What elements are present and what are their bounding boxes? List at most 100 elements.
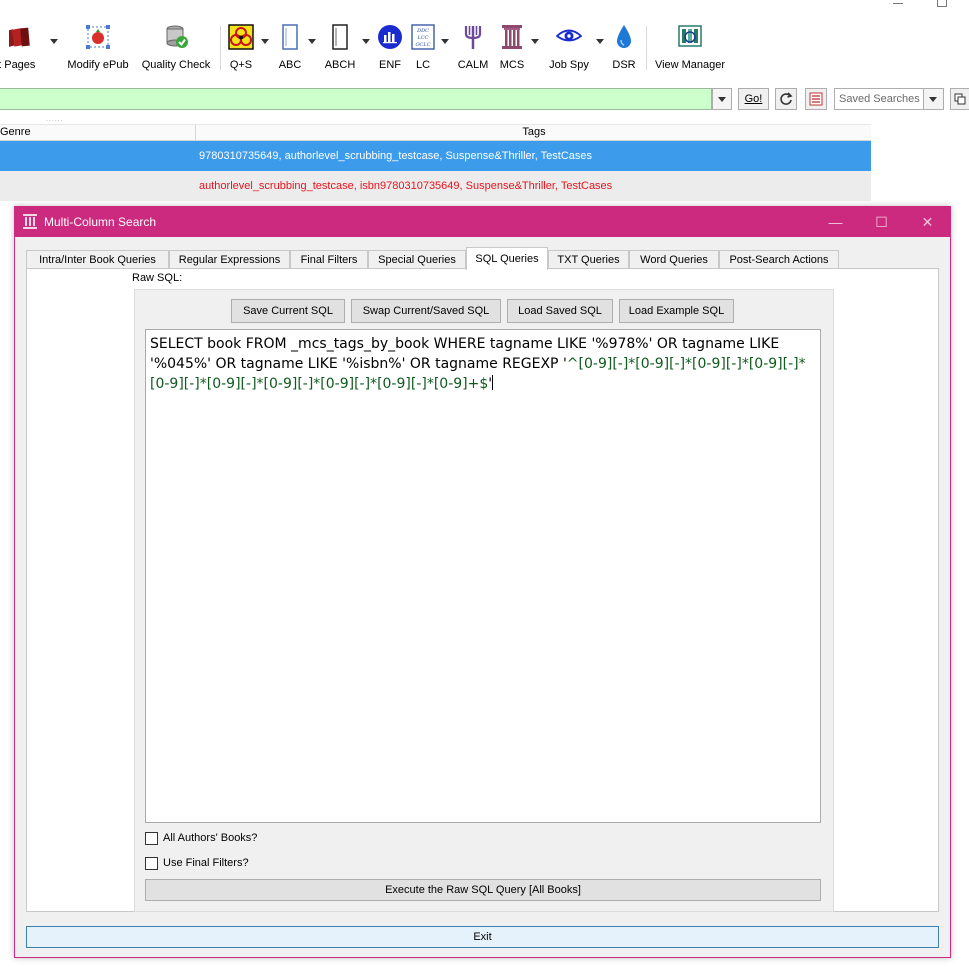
advanced-search-button[interactable] bbox=[805, 88, 827, 110]
window-minimize-icon[interactable] bbox=[893, 3, 903, 4]
window-maximize-icon[interactable] bbox=[937, 0, 947, 7]
copy-search-button[interactable] bbox=[950, 88, 969, 110]
lc-icon-text: LCC bbox=[417, 35, 429, 41]
tab-special-queries[interactable]: Special Queries bbox=[368, 250, 466, 269]
lc-dropdown-arrow[interactable] bbox=[441, 39, 449, 44]
all-authors-books-label: All Authors' Books? bbox=[163, 832, 258, 844]
tab-post-search-actions[interactable]: Post-Search Actions bbox=[719, 250, 839, 269]
chevron-down-icon[interactable] bbox=[923, 89, 943, 109]
refresh-icon bbox=[780, 92, 793, 105]
chart-circle-icon bbox=[378, 25, 402, 49]
toolbar-label: ENF bbox=[379, 59, 401, 71]
splitter-handle[interactable]: ...... bbox=[46, 116, 64, 123]
raw-sql-label: Raw SQL: bbox=[132, 272, 183, 284]
modify-epub-icon bbox=[86, 25, 110, 49]
dialog-minimize-button[interactable]: — bbox=[813, 207, 858, 237]
eye-icon bbox=[556, 29, 582, 42]
raw-sql-group: Save Current SQL Swap Current/Saved SQL … bbox=[134, 289, 834, 912]
search-bar: Go! Saved Searches bbox=[0, 86, 969, 116]
page-dark-icon bbox=[332, 24, 348, 50]
lc-icon-text: OCLC bbox=[415, 42, 430, 48]
toolbar-button-calm[interactable]: CALM bbox=[456, 22, 490, 72]
mcs-dropdown-arrow[interactable] bbox=[531, 39, 539, 44]
toolbar-button-quality-check[interactable]: Quality Check bbox=[140, 22, 212, 72]
toolbar-separator bbox=[220, 26, 221, 70]
trident-icon bbox=[464, 26, 482, 49]
load-example-sql-button[interactable]: Load Example SQL bbox=[619, 299, 734, 323]
toolbar-label: View Manager bbox=[654, 59, 726, 71]
swap-current-saved-sql-button[interactable]: Swap Current/Saved SQL bbox=[351, 299, 501, 323]
use-final-filters-checkbox[interactable] bbox=[145, 857, 158, 870]
toolbar-button-qs[interactable]: Q+S bbox=[226, 22, 256, 72]
table-row[interactable]: authorlevel_scrubbing_testcase, isbn9780… bbox=[0, 171, 871, 201]
all-authors-books-checkbox[interactable] bbox=[145, 832, 158, 845]
dialog-title: Multi-Column Search bbox=[44, 215, 157, 229]
search-history-dropdown[interactable] bbox=[712, 88, 732, 110]
main-toolbar: nt Pages Modify ePub Quality Check Q+S bbox=[0, 16, 969, 74]
tab-sql-queries[interactable]: SQL Queries bbox=[466, 247, 548, 270]
toolbar-button-view-manager[interactable]: View Manager bbox=[652, 22, 728, 72]
job-spy-dropdown-arrow[interactable] bbox=[596, 39, 604, 44]
exit-button[interactable]: Exit bbox=[26, 926, 939, 948]
toolbar-label: Modify ePub bbox=[67, 59, 129, 71]
books-icon bbox=[9, 27, 30, 48]
toolbar-label: CALM bbox=[457, 59, 489, 71]
page-icon bbox=[282, 24, 298, 50]
clear-search-button[interactable] bbox=[775, 88, 797, 110]
toolbar-label: LC bbox=[415, 59, 431, 71]
window-controls bbox=[879, 0, 969, 12]
saved-searches-combo[interactable]: Saved Searches bbox=[834, 88, 944, 110]
toolbar-label: MCS bbox=[499, 59, 525, 71]
copy-icon bbox=[954, 93, 966, 105]
toolbar-label: DSR bbox=[612, 59, 636, 71]
saved-searches-placeholder: Saved Searches bbox=[839, 93, 920, 105]
toolbar-button-modify-epub[interactable]: Modify ePub bbox=[64, 22, 132, 72]
toolbar-label: nt Pages bbox=[0, 59, 36, 71]
tab-intra-inter-book-queries[interactable]: Intra/Inter Book Queries bbox=[26, 250, 169, 269]
toolbar-button-job-spy[interactable]: Job Spy bbox=[546, 22, 592, 72]
abc-dropdown-arrow[interactable] bbox=[308, 39, 316, 44]
toolbar-label: Quality Check bbox=[141, 59, 211, 71]
toolbar-button-enf[interactable]: ENF bbox=[376, 22, 404, 72]
dialog-title-bar[interactable]: Multi-Column Search — ☐ ✕ bbox=[15, 207, 950, 237]
execute-raw-sql-button[interactable]: Execute the Raw SQL Query [All Books] bbox=[145, 879, 821, 901]
column-icon bbox=[23, 214, 37, 229]
toolbar-button-abch[interactable]: ABCH bbox=[324, 22, 356, 72]
sql-queries-panel: Raw SQL: Save Current SQL Swap Current/S… bbox=[26, 268, 939, 912]
abch-dropdown-arrow[interactable] bbox=[362, 39, 370, 44]
toolbar-label: ABC bbox=[278, 59, 302, 71]
toolbar-separator bbox=[646, 26, 647, 70]
go-button[interactable]: Go! bbox=[738, 88, 769, 110]
toolbar-label: Q+S bbox=[229, 59, 253, 71]
toolbar-button-lc[interactable]: DDC LCC OCLC LC bbox=[410, 22, 436, 72]
save-current-sql-button[interactable]: Save Current SQL bbox=[231, 299, 345, 323]
toolbar-button-mcs[interactable]: MCS bbox=[496, 22, 528, 72]
search-list-icon bbox=[809, 92, 823, 106]
water-drop-icon bbox=[617, 25, 631, 48]
raw-sql-editor[interactable]: SELECT book FROM _mcs_tags_by_book WHERE… bbox=[145, 329, 821, 823]
column-header-genre[interactable]: Genre bbox=[0, 125, 196, 141]
tab-word-queries[interactable]: Word Queries bbox=[629, 250, 719, 269]
tab-regular-expressions[interactable]: Regular Expressions bbox=[169, 250, 290, 269]
tags-cell: 9780310735649, authorlevel_scrubbing_tes… bbox=[199, 150, 592, 162]
view-manager-icon bbox=[678, 25, 702, 47]
tab-final-filters[interactable]: Final Filters bbox=[290, 250, 368, 269]
list-header: Genre Tags bbox=[0, 124, 871, 141]
qs-dropdown-arrow[interactable] bbox=[261, 39, 269, 44]
pages-dropdown-arrow[interactable] bbox=[50, 39, 58, 44]
table-row[interactable]: 9780310735649, authorlevel_scrubbing_tes… bbox=[0, 141, 871, 171]
toolbar-label: Job Spy bbox=[549, 59, 589, 71]
use-final-filters-label: Use Final Filters? bbox=[163, 857, 249, 869]
load-saved-sql-button[interactable]: Load Saved SQL bbox=[507, 299, 613, 323]
tags-cell: authorlevel_scrubbing_testcase, isbn9780… bbox=[199, 180, 613, 192]
toolbar-button-abc[interactable]: ABC bbox=[276, 22, 304, 72]
column-icon bbox=[502, 25, 522, 49]
column-header-tags[interactable]: Tags bbox=[197, 125, 871, 141]
toolbar-button-dsr[interactable]: DSR bbox=[610, 22, 638, 72]
dialog-close-button[interactable]: ✕ bbox=[905, 207, 950, 237]
search-input[interactable] bbox=[0, 88, 712, 110]
multi-column-search-dialog: Multi-Column Search — ☐ ✕ Intra/Inter Bo… bbox=[14, 206, 951, 958]
toolbar-button-pages[interactable]: nt Pages bbox=[0, 22, 44, 72]
tab-txt-queries[interactable]: TXT Queries bbox=[548, 250, 629, 269]
dialog-maximize-button[interactable]: ☐ bbox=[859, 207, 904, 237]
